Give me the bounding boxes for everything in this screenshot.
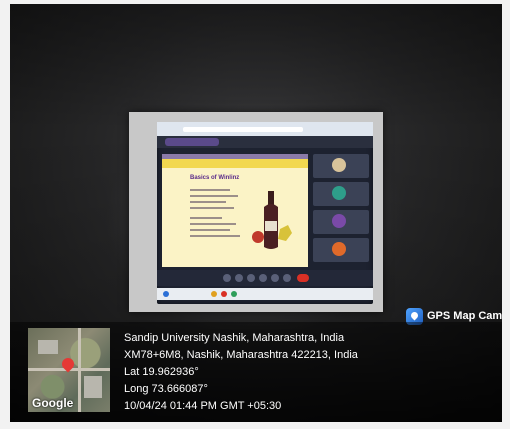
files-icon — [221, 291, 227, 297]
slide-bullet — [190, 195, 238, 197]
geotag-overlay: Google Sandip University Nashik, Maharas… — [10, 322, 502, 422]
slide-bullet — [190, 207, 234, 209]
participant-tile — [313, 182, 369, 206]
slide-heading: Basics of Winlinz — [190, 175, 240, 181]
participant-tile — [313, 210, 369, 234]
more-icon — [283, 274, 291, 282]
map-building — [84, 376, 102, 398]
map-thumbnail: Google — [28, 328, 110, 412]
wine-bottle-icon — [252, 191, 292, 249]
participant-panel — [313, 154, 369, 264]
slide-header-band — [162, 159, 308, 168]
google-logo: Google — [32, 396, 74, 410]
geotag-details: Sandip University Nashik, Maharashtra, I… — [124, 330, 358, 415]
address-bar — [183, 127, 303, 132]
participant-tile — [313, 238, 369, 262]
latitude: Lat 19.962936° — [124, 366, 199, 378]
camera-icon — [235, 274, 243, 282]
end-call-icon — [297, 274, 309, 282]
gps-badge-label: GPS Map Camera — [427, 310, 502, 322]
captions-icon — [247, 274, 255, 282]
slide-bullet — [190, 189, 230, 191]
slide-bullet — [190, 235, 240, 237]
participant-tile — [313, 154, 369, 178]
browser-icon — [211, 291, 217, 297]
shared-slide: Basics of Winlinz — [162, 154, 308, 267]
slide-bullet — [190, 229, 230, 231]
start-icon — [163, 291, 169, 297]
slide-bullet — [190, 217, 222, 219]
timestamp: 10/04/24 01:44 PM GMT +05:30 — [124, 400, 282, 412]
longitude: Long 73.666087° — [124, 383, 208, 395]
present-icon — [271, 274, 279, 282]
map-building — [38, 340, 58, 354]
avatar — [332, 242, 346, 256]
meeting-title-chip — [165, 138, 219, 146]
slide-bullet — [190, 223, 236, 225]
address-line: Sandip University Nashik, Maharashtra, I… — [124, 332, 345, 344]
mic-icon — [223, 274, 231, 282]
emoji-icon — [259, 274, 267, 282]
os-taskbar — [157, 288, 373, 300]
map-road — [78, 328, 81, 412]
presentation-photo: Basics of Winlinz GPS Map Cam Google San… — [10, 4, 502, 422]
avatar — [332, 214, 346, 228]
avatar — [332, 186, 346, 200]
plus-code-line: XM78+6M8, Nashik, Maharashtra 422213, In… — [124, 349, 358, 361]
slide-bullet — [190, 201, 226, 203]
app-icon — [231, 291, 237, 297]
avatar — [332, 158, 346, 172]
browser-toolbar — [157, 122, 373, 136]
call-controls — [157, 270, 373, 286]
projected-video-call: Basics of Winlinz — [157, 122, 373, 304]
